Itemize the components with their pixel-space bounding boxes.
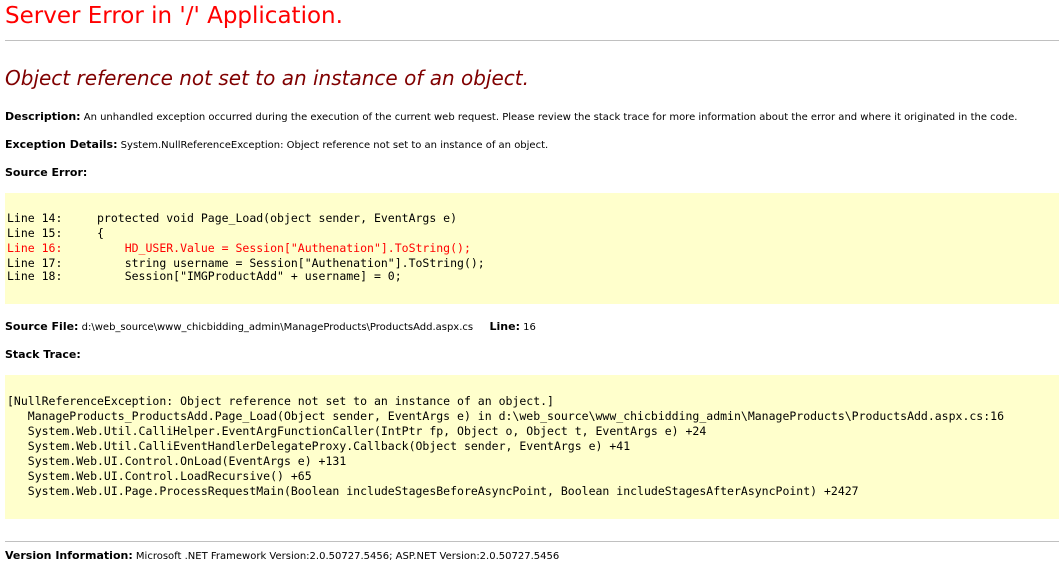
version-information: Version Information: Microsoft .NET Fram… — [5, 549, 559, 562]
source-file-info: Source File: d:\web_source\www_chicbiddi… — [5, 320, 536, 333]
source-file-path: d:\web_source\www_chicbidding_admin\Mana… — [81, 322, 474, 333]
description-text: An unhandled exception occurred during t… — [83, 112, 1018, 123]
exception-details-text: System.NullReferenceException: Object re… — [120, 140, 549, 151]
stack-line: System.Web.UI.Page.ProcessRequestMain(Bo… — [7, 484, 859, 498]
bottom-divider — [5, 541, 1059, 542]
line-label: Line: — [489, 320, 520, 333]
stack-line: System.Web.Util.CalliEventHandlerDelegat… — [7, 439, 631, 453]
exception-details-label: Exception Details: — [5, 138, 118, 151]
stack-trace-heading: Stack Trace: — [5, 348, 81, 361]
exception-details: Exception Details: System.NullReferenceE… — [5, 138, 548, 151]
source-error-heading: Source Error: — [5, 166, 87, 179]
line-number: 16 — [523, 322, 536, 333]
stack-line: [NullReferenceException: Object referenc… — [7, 394, 554, 408]
version-information-text: Microsoft .NET Framework Version:2.0.507… — [135, 551, 560, 562]
source-line-15: Line 15: { — [7, 226, 104, 240]
description: Description: An unhandled exception occu… — [5, 110, 1017, 123]
source-file-label: Source File: — [5, 320, 79, 333]
stack-line: System.Web.Util.CalliHelper.EventArgFunc… — [7, 424, 707, 438]
source-error-code-block: Line 14: protected void Page_Load(object… — [5, 193, 1059, 304]
stack-line: System.Web.UI.Control.OnLoad(EventArgs e… — [7, 454, 347, 468]
stack-line: ManageProducts_ProductsAdd.Page_Load(Obj… — [7, 409, 1004, 423]
page-title: Server Error in '/' Application. — [5, 3, 343, 29]
source-line-14: Line 14: protected void Page_Load(object… — [7, 211, 458, 225]
top-divider — [5, 40, 1059, 41]
source-error-label: Source Error: — [5, 166, 88, 179]
version-information-label: Version Information: — [5, 549, 133, 562]
stack-trace-code-block: [NullReferenceException: Object referenc… — [5, 375, 1059, 519]
stack-line: System.Web.UI.Control.LoadRecursive() +6… — [7, 469, 312, 483]
stack-trace-label: Stack Trace: — [5, 348, 81, 361]
error-message: Object reference not set to an instance … — [5, 66, 529, 90]
description-label: Description: — [5, 110, 81, 123]
source-line-16-error: Line 16: HD_USER.Value = Session["Authen… — [7, 241, 471, 255]
source-line-18: Line 18: Session["IMGProductAdd" + usern… — [7, 269, 402, 283]
